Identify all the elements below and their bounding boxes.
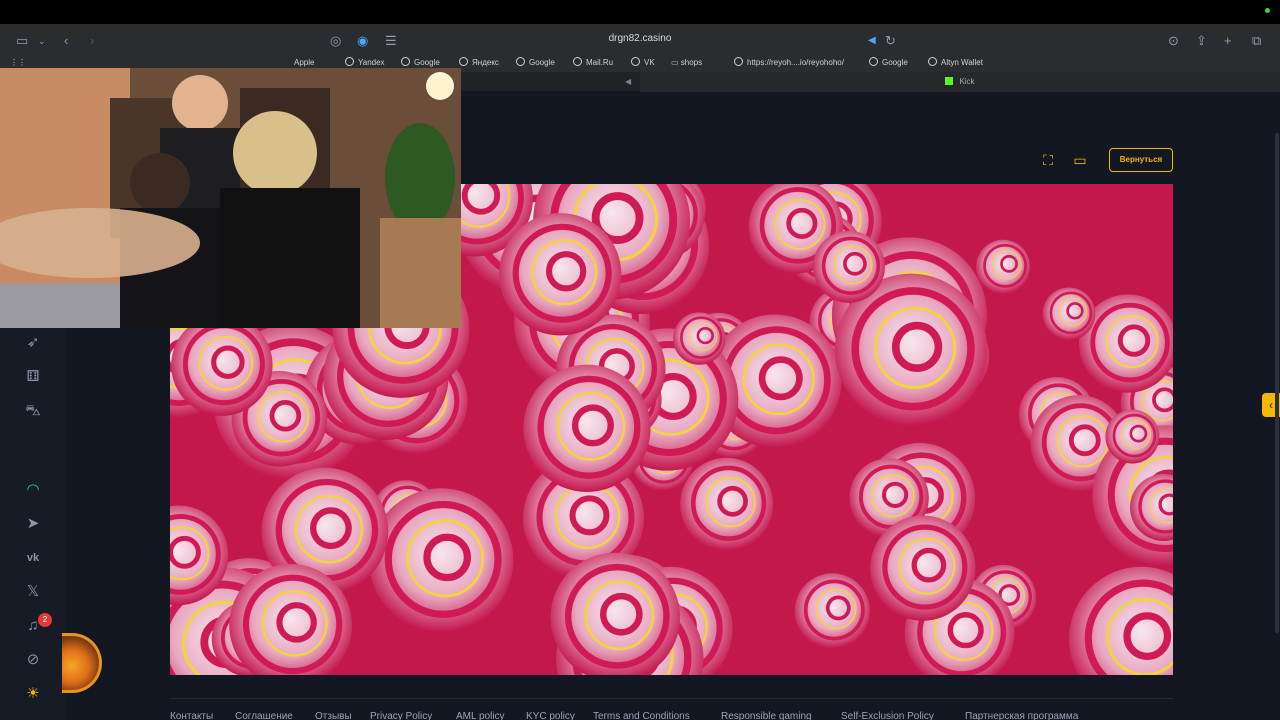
footer-link[interactable]: Партнерская программа	[965, 711, 1078, 720]
dice-icon[interactable]: ⚅	[23, 367, 43, 387]
sidebar-toggle-icon[interactable]: ▭	[16, 32, 28, 50]
footer-link[interactable]: Privacy Policy	[370, 711, 432, 720]
footer-link[interactable]: Responsible gaming	[721, 711, 812, 720]
bookmark[interactable]: Google	[516, 57, 555, 69]
mute-icon[interactable]: ⊘	[23, 650, 43, 670]
footer-link[interactable]: AML policy	[456, 711, 505, 720]
footer-links: Контакты Соглашение Отзывы Privacy Polic…	[170, 698, 1173, 720]
share-icon[interactable]: ⇪	[1196, 32, 1207, 50]
rocket-icon[interactable]: ➶	[23, 333, 43, 353]
sun-icon[interactable]: ☀	[23, 684, 43, 704]
kick-icon	[945, 77, 954, 85]
folder-icon: ▭	[671, 58, 681, 67]
reload-icon[interactable]: ↻	[885, 32, 896, 50]
chevron-down-icon[interactable]: ⌄	[38, 32, 46, 50]
bag-icon[interactable]: ⛍	[23, 401, 43, 421]
google-icon	[401, 57, 410, 66]
privacy-icon[interactable]: ◎	[330, 32, 341, 50]
globe-icon	[459, 57, 468, 66]
audio-icon[interactable]: ◀	[868, 32, 876, 50]
browser-toolbar: ▭ ⌄ ‹ › ◎ ◉ ☰ drgn82.casino ◀ ↻ ⊙ ⇪ + ⧉	[0, 24, 1280, 58]
x-icon[interactable]: 𝕏	[23, 582, 43, 602]
tabs-overview-icon[interactable]: ⧉	[1252, 32, 1261, 50]
footer-link[interactable]: Self-Exclusion Policy	[841, 711, 934, 720]
screen: ▭ ⌄ ‹ › ◎ ◉ ☰ drgn82.casino ◀ ↻ ⊙ ⇪ + ⧉ …	[0, 0, 1280, 720]
google-icon	[869, 57, 878, 66]
globe-icon	[345, 57, 354, 66]
vk-icon	[631, 57, 640, 66]
footer-link[interactable]: KYC policy	[526, 711, 575, 720]
status-dot	[1265, 8, 1270, 13]
new-tab-icon[interactable]: +	[1224, 32, 1232, 50]
fullscreen-icon[interactable]: ⛶	[1038, 150, 1058, 170]
fortune-wheel-icon[interactable]	[62, 633, 102, 693]
webcam-video	[0, 68, 461, 328]
notification-badge: 2	[38, 613, 52, 627]
tab-kick[interactable]: Kick	[640, 72, 1280, 92]
globe-icon	[734, 57, 743, 66]
bookmark[interactable]: VK	[631, 57, 655, 69]
bookmark[interactable]: Google	[869, 57, 908, 69]
forward-arrow-icon[interactable]: ›	[90, 32, 94, 50]
support-icon[interactable]: ◠	[23, 480, 43, 500]
telegram-icon[interactable]: ➤	[23, 514, 43, 534]
scrollbar[interactable]	[1275, 133, 1279, 633]
back-arrow-icon[interactable]: ‹	[64, 32, 68, 50]
bookmark[interactable]: Mail.Ru	[573, 57, 613, 69]
page-menu-icon[interactable]: ☰	[385, 32, 397, 50]
address-bar[interactable]: drgn82.casino	[590, 33, 690, 44]
theater-mode-icon[interactable]: ▭	[1070, 150, 1090, 170]
bookmark[interactable]: Яндекс	[459, 57, 499, 69]
wallet-icon	[928, 57, 937, 66]
bookmark-folder[interactable]: ▭ shops	[671, 57, 702, 69]
bookmark[interactable]: Altyn Wallet	[928, 57, 983, 69]
mail-icon	[573, 57, 582, 66]
vk-icon[interactable]: vk	[23, 548, 43, 568]
google-icon	[516, 57, 525, 66]
footer-link[interactable]: Соглашение	[235, 711, 293, 720]
footer-link[interactable]: Контакты	[170, 711, 213, 720]
webcam-overlay	[0, 68, 461, 328]
vpn-icon[interactable]: ◉	[357, 32, 368, 50]
speaker-icon[interactable]: ◀	[625, 76, 631, 88]
footer-link[interactable]: Отзывы	[315, 711, 352, 720]
download-icon[interactable]: ⊙	[1168, 32, 1179, 50]
back-button[interactable]: Вернуться	[1109, 148, 1173, 172]
footer-link[interactable]: Terms and Conditions	[593, 711, 690, 720]
bookmark[interactable]: https://reyoh....io/reyohoho/	[734, 57, 844, 69]
os-menu-bar	[0, 0, 1280, 24]
